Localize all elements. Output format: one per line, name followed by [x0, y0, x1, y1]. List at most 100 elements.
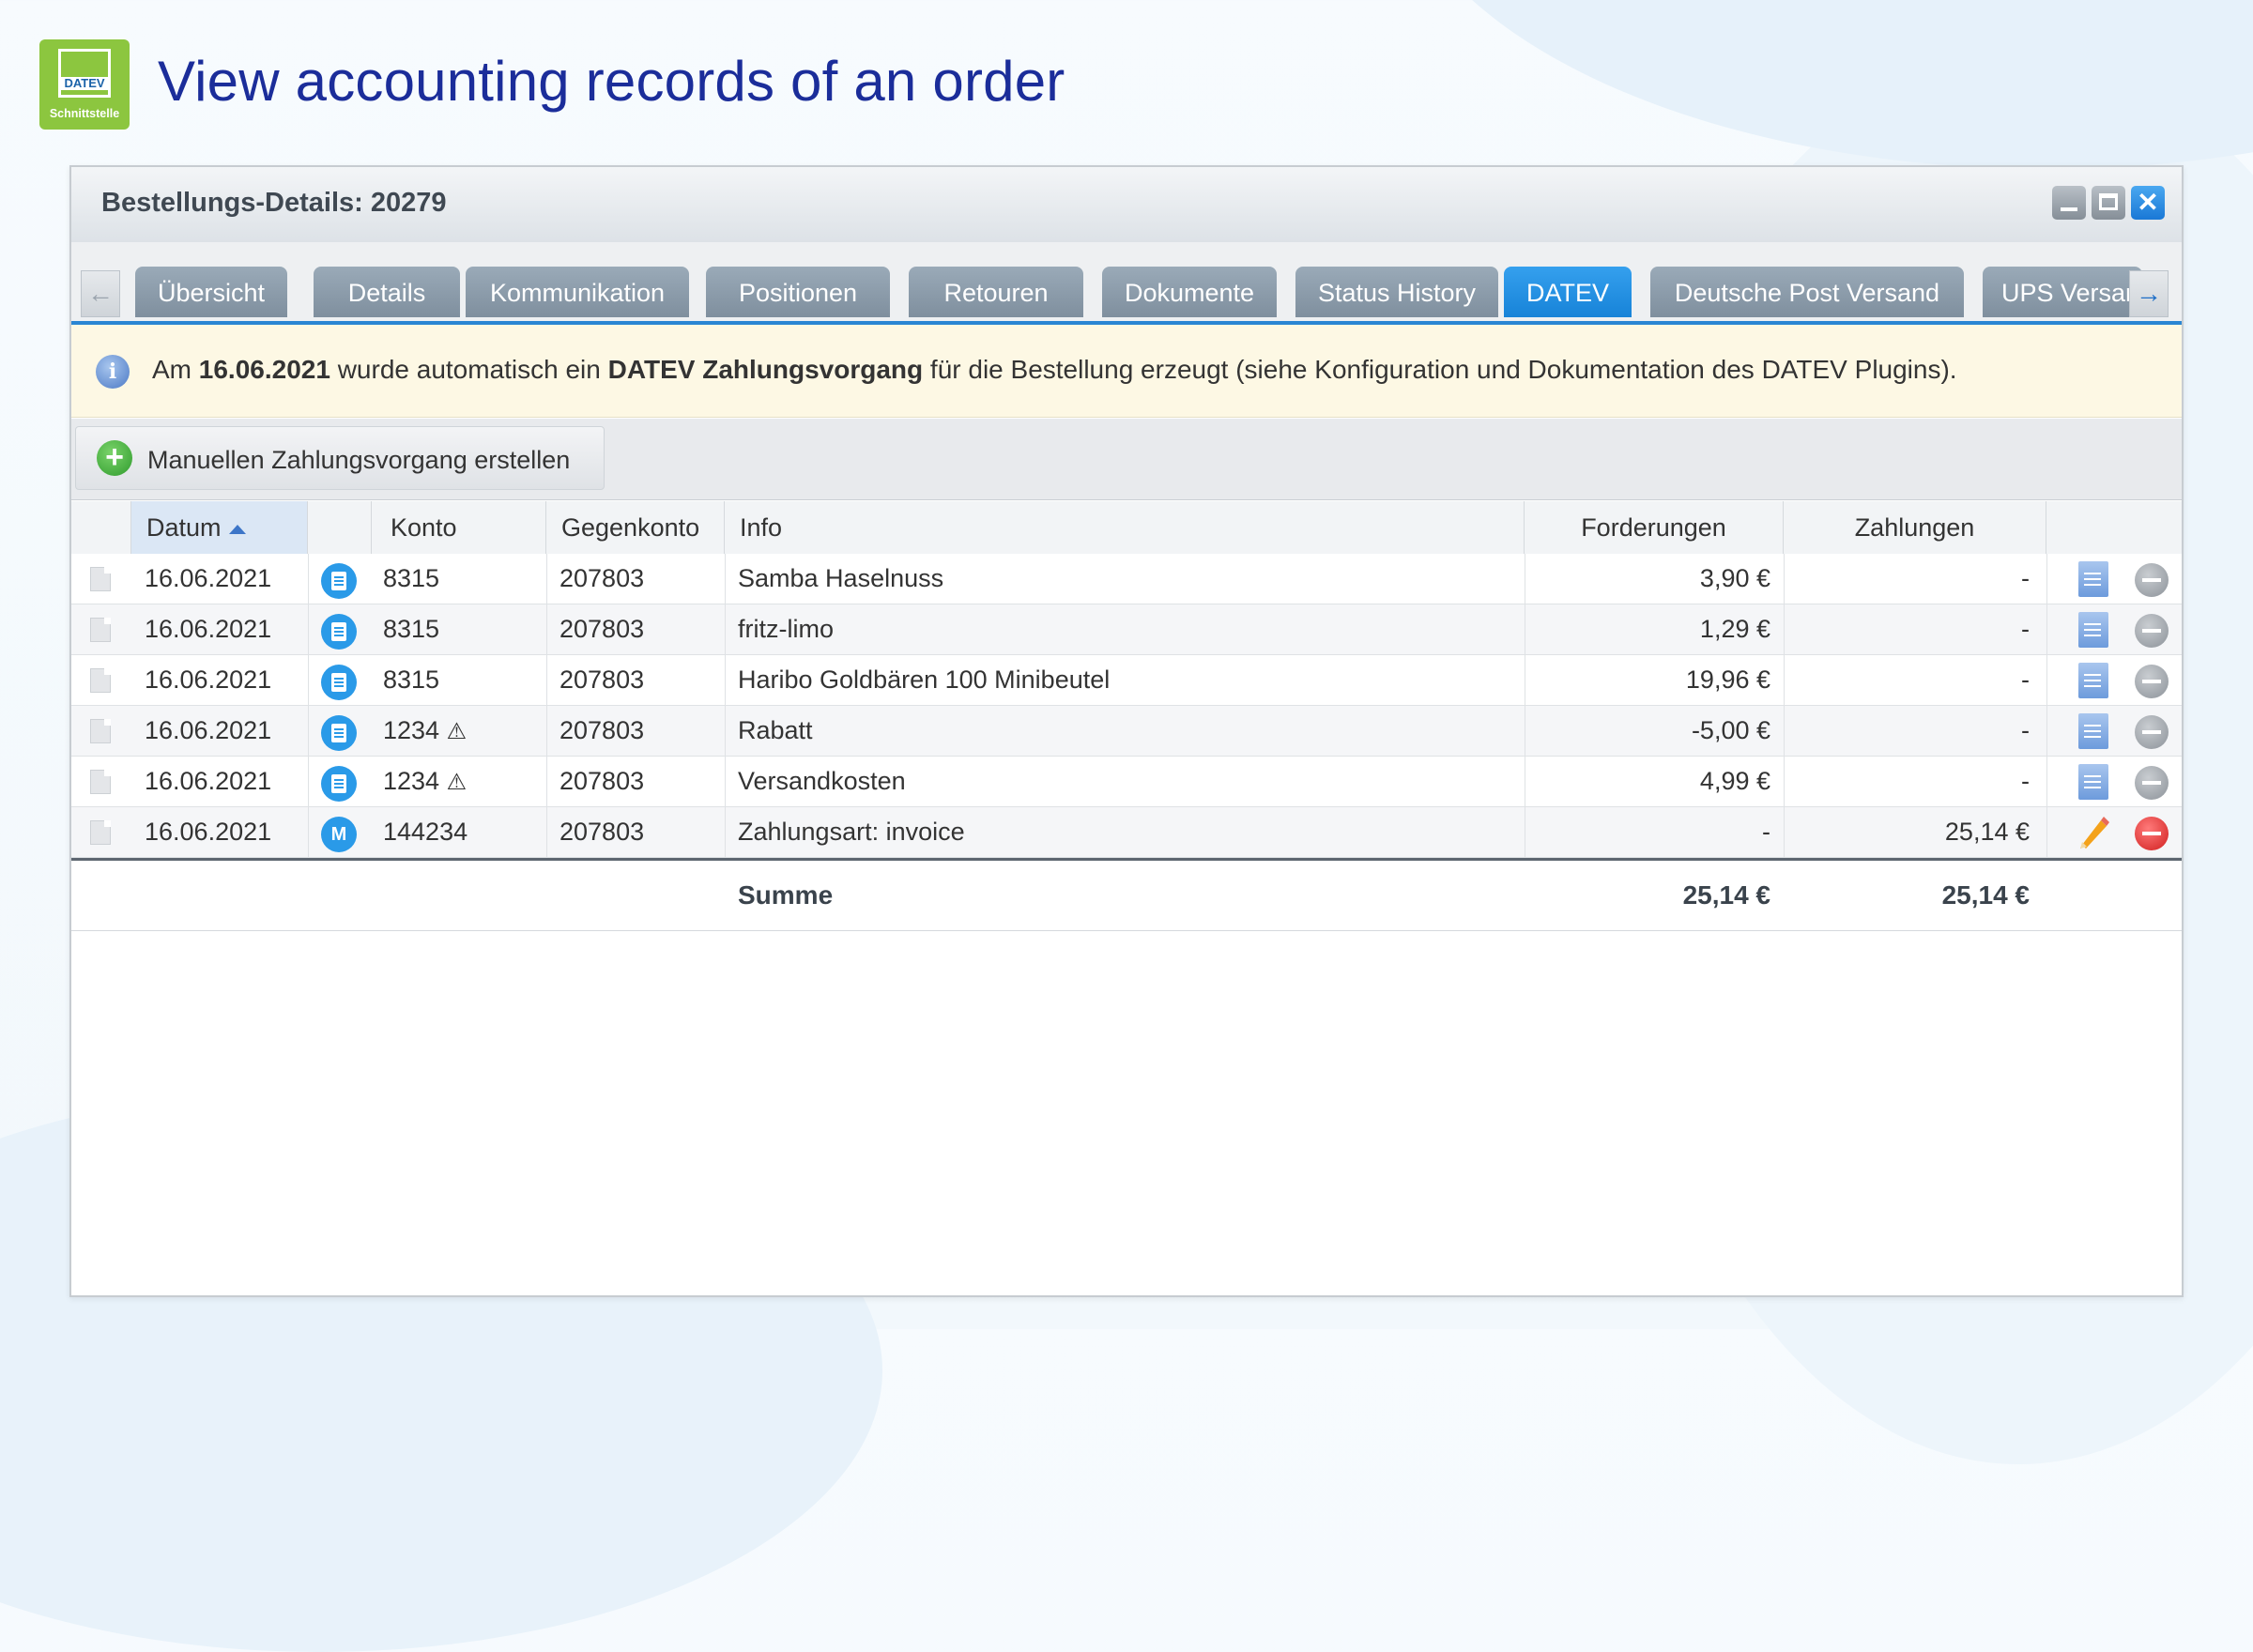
header-type-col — [308, 501, 372, 554]
tab-ups-versand[interactable]: UPS Versand — [1983, 267, 2142, 317]
cell-info: Rabatt — [738, 716, 813, 744]
tab-details[interactable]: Details — [314, 267, 460, 317]
cell-forderungen: -5,00 € — [1691, 716, 1770, 744]
cell-gegenkonto: 207803 — [559, 716, 645, 744]
table-row[interactable]: 16.06.2021 M 144234 207803 Zahlungsart: inv… — [71, 807, 2182, 858]
document-icon[interactable] — [2078, 663, 2108, 698]
summary-forderungen: 25,14 € — [1682, 880, 1770, 910]
cell-zahlungen: - — [2021, 716, 2030, 744]
auto-record-icon — [321, 614, 357, 650]
cell-zahlungen: - — [2021, 615, 2030, 643]
minimize-button[interactable] — [2052, 186, 2086, 220]
header-zahlungen[interactable]: Zahlungen — [1784, 501, 2046, 554]
konto-value: 8315 — [383, 615, 440, 643]
logo-text: DATEV — [58, 77, 111, 90]
header-forderungen[interactable]: Forderungen — [1525, 501, 1784, 554]
maximize-button[interactable] — [2092, 186, 2125, 220]
cell-info: Samba Haselnuss — [738, 564, 944, 592]
remove-icon — [2135, 766, 2169, 800]
cell-datum: 16.06.2021 — [145, 615, 272, 643]
cell-info: fritz-limo — [738, 615, 834, 643]
cell-gegenkonto: 207803 — [559, 665, 645, 694]
header-info[interactable]: Info — [725, 501, 1525, 554]
table-row[interactable]: 16.06.2021 1234 ⚠ 207803 Rabatt -5,00 € - — [71, 706, 2182, 757]
cell-forderungen: 3,90 € — [1699, 564, 1770, 592]
cell-zahlungen: 25,14 € — [1944, 818, 2030, 846]
cell-konto: 1234 ⚠ — [383, 757, 467, 806]
cell-datum: 16.06.2021 — [145, 767, 272, 795]
header-actions-col — [2046, 501, 2182, 554]
cell-info: Haribo Goldbären 100 Minibeutel — [738, 665, 1111, 694]
header-gegenkonto[interactable]: Gegenkonto — [546, 501, 725, 554]
record-doc-icon — [90, 618, 111, 642]
summary-row: Summe 25,14 € 25,14 € — [71, 858, 2182, 931]
record-doc-icon — [90, 719, 111, 743]
page-title: View accounting records of an order — [158, 50, 1065, 113]
cell-konto: 1234 ⚠ — [383, 706, 467, 756]
table-row[interactable]: 16.06.2021 1234 ⚠ 207803 Versandkosten 4,99 … — [71, 757, 2182, 807]
column-divider — [2046, 706, 2047, 756]
remove-icon[interactable] — [2135, 817, 2169, 850]
cell-datum: 16.06.2021 — [145, 564, 272, 592]
table-row[interactable]: 16.06.2021 8315 207803 Samba Haselnuss 3,90… — [71, 554, 2182, 604]
column-divider — [2046, 757, 2047, 806]
cell-gegenkonto: 207803 — [559, 767, 645, 795]
logo-subtext: Schnittstelle — [49, 107, 120, 120]
column-divider — [725, 604, 726, 654]
add-manual-payment-button[interactable]: + Manuellen Zahlungsvorgang erstellen — [75, 426, 605, 490]
info-date: 16.06.2021 — [198, 355, 330, 384]
info-text-3: für die Bestellung erzeugt (siehe Konfig… — [923, 355, 1957, 384]
cell-forderungen: 1,29 € — [1699, 615, 1770, 643]
remove-icon — [2135, 563, 2169, 597]
column-divider — [308, 757, 309, 806]
table-row[interactable]: 16.06.2021 8315 207803 fritz-limo 1,29 € - — [71, 604, 2182, 655]
auto-record-icon — [321, 766, 357, 802]
header-icon-col — [71, 501, 131, 554]
column-divider — [725, 655, 726, 705]
tab-scroll-right-button[interactable]: → — [2129, 270, 2169, 317]
tab-übersicht[interactable]: Übersicht — [135, 267, 287, 317]
header-konto[interactable]: Konto — [372, 501, 546, 554]
column-divider — [308, 706, 309, 756]
remove-icon — [2135, 665, 2169, 698]
document-icon[interactable] — [2078, 713, 2108, 749]
column-divider — [2046, 655, 2047, 705]
close-button[interactable]: ✕ — [2131, 186, 2165, 220]
table-row[interactable]: 16.06.2021 8315 207803 Haribo Goldbären 10… — [71, 655, 2182, 706]
manual-record-icon: M — [321, 817, 357, 852]
document-icon[interactable] — [2078, 764, 2108, 800]
auto-record-icon — [321, 563, 357, 599]
cell-datum: 16.06.2021 — [145, 716, 272, 744]
tab-status-history[interactable]: Status History — [1295, 267, 1498, 317]
document-icon[interactable] — [2078, 561, 2108, 597]
tab-retouren[interactable]: Retouren — [909, 267, 1083, 317]
header-datum[interactable]: Datum — [131, 501, 308, 554]
summary-label: Summe — [738, 880, 834, 910]
info-text-1: Am — [152, 355, 199, 384]
column-divider — [2046, 807, 2047, 857]
column-divider — [308, 655, 309, 705]
auto-record-icon — [321, 715, 357, 751]
tab-kommunikation[interactable]: Kommunikation — [466, 267, 689, 317]
document-icon[interactable] — [2078, 612, 2108, 648]
column-divider — [546, 655, 547, 705]
cell-datum: 16.06.2021 — [145, 818, 272, 846]
window-title: Bestellungs-Details: 20279 — [101, 188, 447, 218]
column-divider — [725, 757, 726, 806]
table-header: Datum Konto Gegenkonto Info Forderungen … — [71, 501, 2182, 555]
cell-datum: 16.06.2021 — [145, 665, 272, 694]
info-highlight: DATEV Zahlungsvorgang — [607, 355, 924, 384]
pencil-icon[interactable] — [2075, 813, 2112, 850]
tab-dokumente[interactable]: Dokumente — [1102, 267, 1277, 317]
tab-positionen[interactable]: Positionen — [706, 267, 890, 317]
tab-deutsche-post-versand[interactable]: Deutsche Post Versand — [1650, 267, 1964, 317]
order-details-window: Bestellungs-Details: 20279 ✕ ← Übersicht… — [69, 165, 2184, 1297]
record-doc-icon — [90, 668, 111, 693]
cell-konto: 8315 — [383, 655, 439, 705]
info-text-2: wurde automatisch ein — [330, 355, 608, 384]
konto-value: 8315 — [383, 665, 440, 694]
warning-icon: ⚠ — [446, 769, 467, 795]
column-divider — [308, 604, 309, 654]
tab-scroll-left-button[interactable]: ← — [81, 270, 120, 317]
tab-datev[interactable]: DATEV — [1504, 267, 1632, 317]
